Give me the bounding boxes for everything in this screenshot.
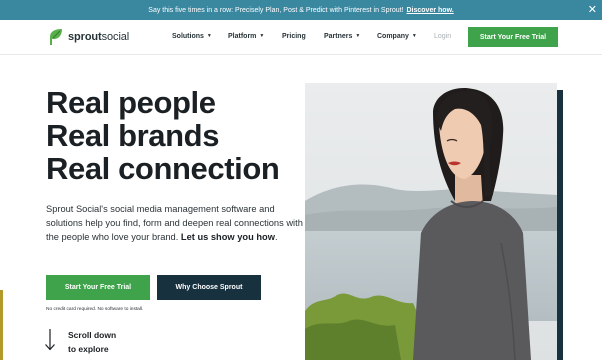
chevron-down-icon: ▼ <box>206 33 212 39</box>
scroll-label: Scroll down to explore <box>68 330 117 354</box>
hero-description: Sprout Social's social media management … <box>46 204 303 242</box>
left-edge-accent <box>0 290 3 360</box>
headline-line: Real brands <box>46 118 220 153</box>
close-icon[interactable]: ✕ <box>588 3 597 17</box>
promo-banner: Say this five times in a row: Precisely … <box>0 0 602 20</box>
nav-partners[interactable]: Partners ▼ <box>324 33 360 40</box>
banner-text: Say this five times in a row: Precisely … <box>148 6 404 14</box>
headline-line: Real connection <box>46 151 280 186</box>
hero-headline: Real people Real brands Real connection <box>46 85 280 186</box>
top-navigation: sproutsocial Solutions ▼ Platform ▼ Pricin… <box>0 20 602 55</box>
trial-note: No credit card required. No software to … <box>46 307 144 312</box>
chevron-down-icon: ▼ <box>355 33 361 39</box>
nav-pricing[interactable]: Pricing <box>282 33 306 40</box>
sprout-leaf-icon <box>50 29 62 45</box>
nav-solutions[interactable]: Solutions ▼ <box>172 33 212 40</box>
headline-line: Real people <box>46 85 216 120</box>
logo-wordmark: sproutsocial <box>68 31 130 43</box>
description-emphasis: Let us show you how <box>180 232 275 242</box>
why-choose-sprout-button[interactable]: Why Choose Sprout <box>157 275 261 300</box>
nav-start-trial-button[interactable]: Start Your Free Trial <box>468 27 558 47</box>
nav-platform[interactable]: Platform ▼ <box>228 33 264 40</box>
scroll-prompt[interactable]: Scroll down to explore <box>44 328 116 356</box>
arrow-down-icon <box>45 329 55 351</box>
chevron-down-icon: ▼ <box>411 33 417 39</box>
nav-company[interactable]: Company ▼ <box>377 33 417 40</box>
chevron-down-icon: ▼ <box>259 33 265 39</box>
sprout-social-logo[interactable]: sproutsocial <box>48 28 129 46</box>
start-free-trial-button[interactable]: Start Your Free Trial <box>46 275 150 300</box>
banner-discover-link[interactable]: Discover how. <box>407 7 454 14</box>
hero-photo <box>305 83 557 360</box>
nav-login[interactable]: Login <box>434 33 451 40</box>
